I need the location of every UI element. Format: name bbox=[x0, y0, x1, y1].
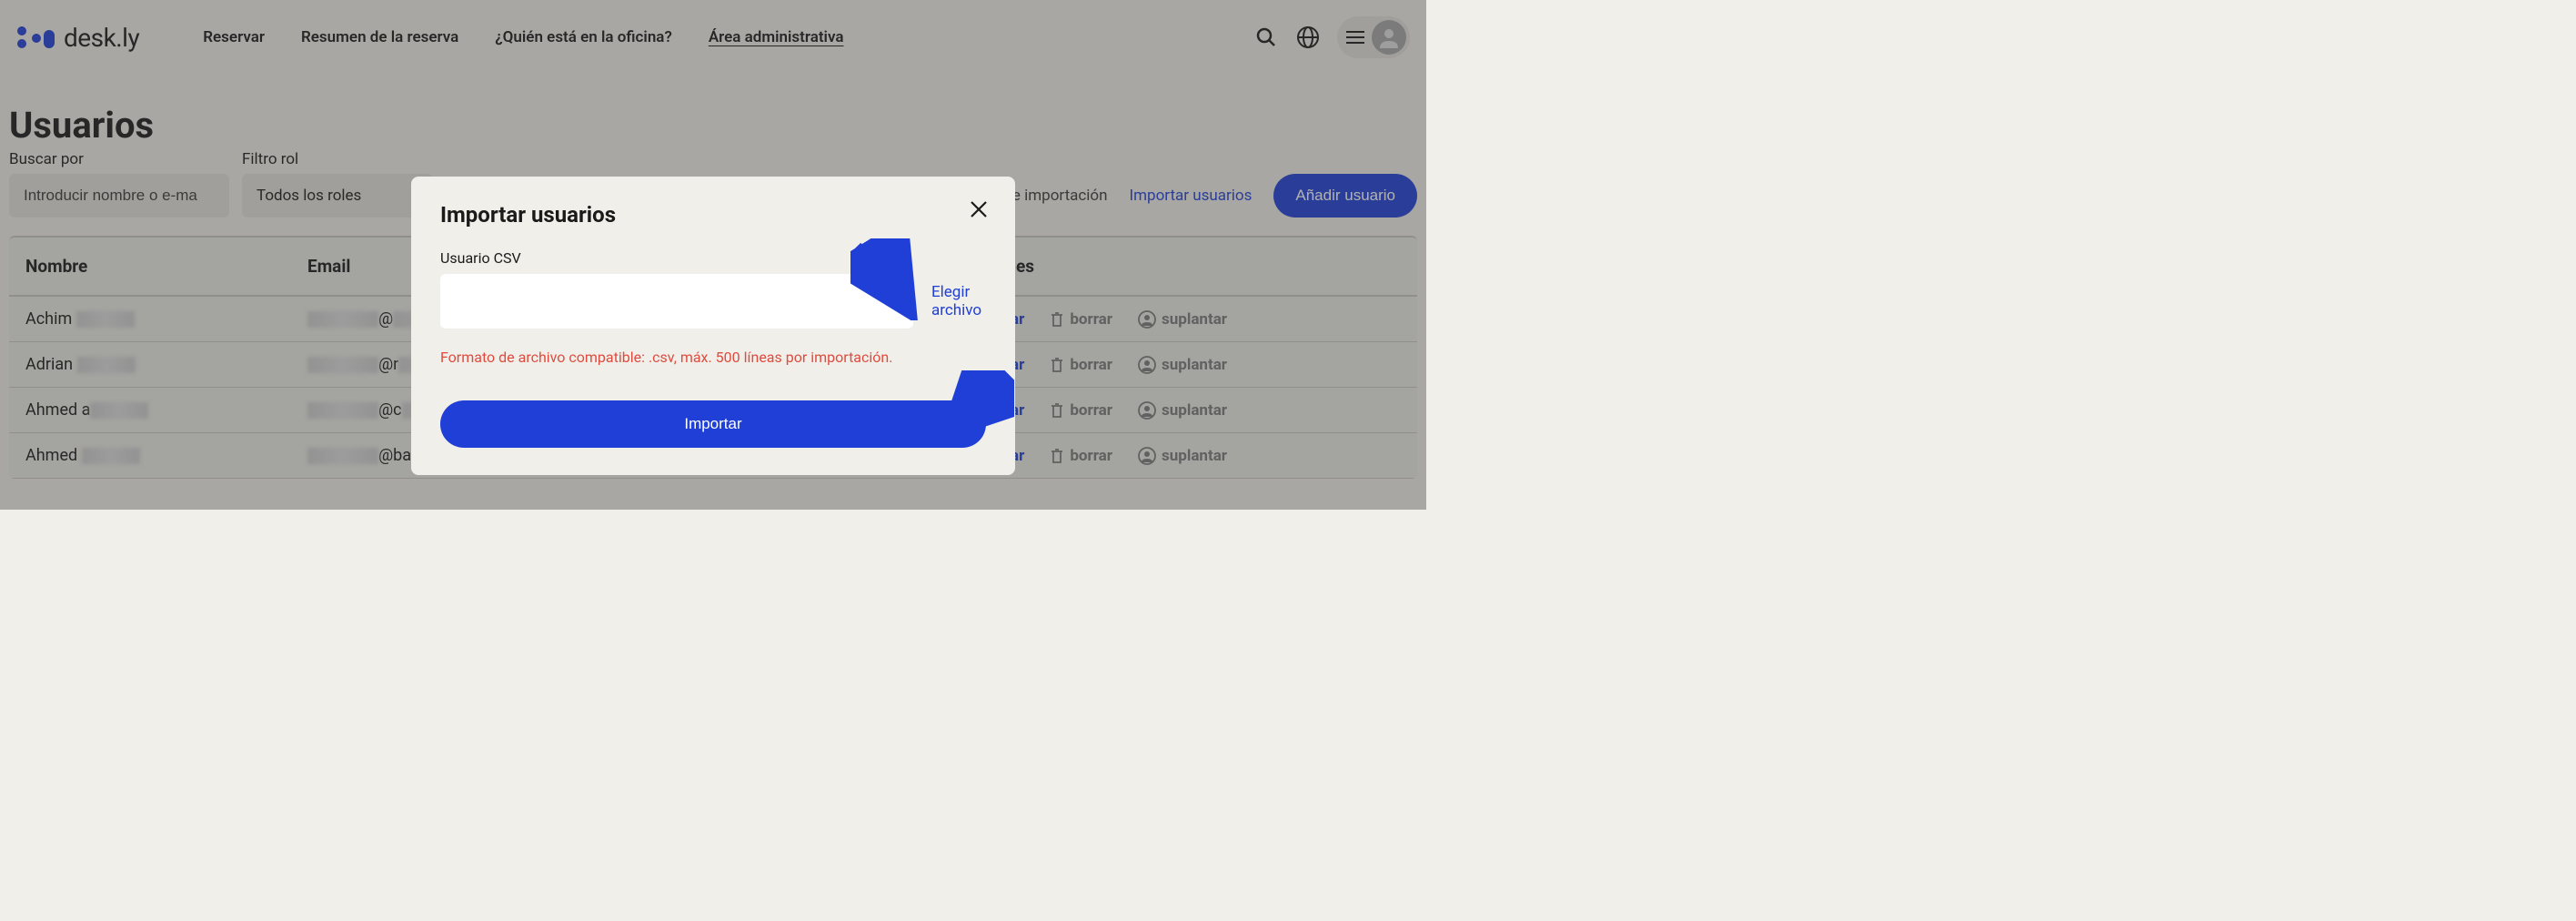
file-row: Elegir archivo bbox=[440, 274, 986, 329]
choose-file-link[interactable]: Elegir archivo bbox=[931, 283, 986, 319]
close-icon[interactable] bbox=[970, 200, 988, 222]
file-input[interactable] bbox=[440, 274, 913, 329]
import-users-modal: Importar usuarios Usuario CSV Elegir arc… bbox=[411, 177, 1015, 475]
modal-title: Importar usuarios bbox=[440, 202, 986, 228]
csv-field-label: Usuario CSV bbox=[440, 249, 986, 267]
import-submit-button[interactable]: Importar bbox=[440, 400, 986, 448]
helper-text: Formato de archivo compatible: .csv, máx… bbox=[440, 349, 986, 366]
modal-overlay[interactable]: Importar usuarios Usuario CSV Elegir arc… bbox=[0, 0, 1426, 510]
